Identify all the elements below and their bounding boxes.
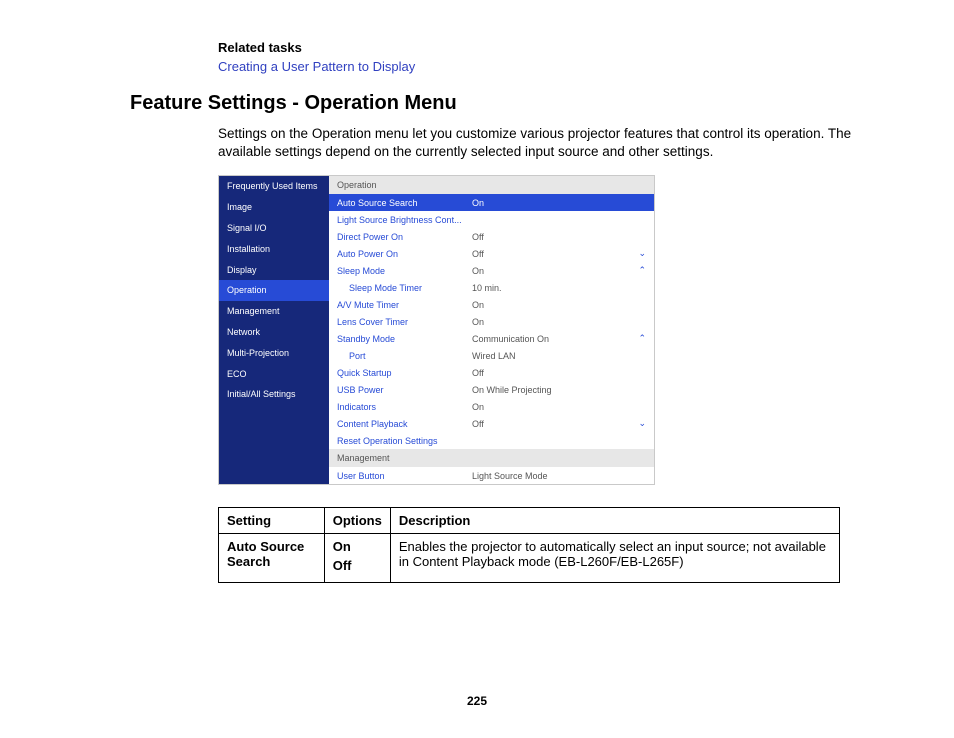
panel-row-label: Quick Startup — [337, 368, 472, 378]
panel-row-label: Port — [337, 351, 472, 361]
panel-row-value: On — [472, 198, 646, 208]
sidebar-item[interactable]: Network — [219, 322, 329, 343]
panel-row[interactable]: Reset Operation Settings — [329, 432, 654, 449]
sidebar-item[interactable]: Image — [219, 197, 329, 218]
panel-row-value: On — [472, 317, 646, 327]
panel-row[interactable]: Sleep ModeOn⌃ — [329, 262, 654, 279]
panel-row[interactable]: Auto Power OnOff⌄ — [329, 245, 654, 262]
related-tasks-heading: Related tasks — [218, 40, 894, 55]
panel-row[interactable]: Light Source Brightness Cont... — [329, 211, 654, 228]
cell-description: Enables the projector to automatically s… — [390, 534, 839, 583]
th-setting: Setting — [219, 508, 325, 534]
menu-sidebar: Frequently Used ItemsImageSignal I/OInst… — [219, 176, 329, 484]
panel-row[interactable]: Direct Power OnOff — [329, 228, 654, 245]
panel-row-value: Off — [472, 419, 646, 429]
sidebar-item[interactable]: Initial/All Settings — [219, 384, 329, 405]
panel-row-value: On While Projecting — [472, 385, 646, 395]
sidebar-item[interactable]: Frequently Used Items — [219, 176, 329, 197]
related-tasks-link[interactable]: Creating a User Pattern to Display — [218, 59, 894, 74]
panel-row-value: Off — [472, 232, 646, 242]
panel-row[interactable]: IndicatorsOn — [329, 398, 654, 415]
panel-row-label: Direct Power On — [337, 232, 472, 242]
panel-row[interactable]: User ButtonLight Source Mode — [329, 467, 654, 484]
chevron-icon: ⌃ — [638, 265, 646, 276]
panel-row-value: Wired LAN — [472, 351, 646, 361]
chevron-icon: ⌃ — [638, 333, 646, 344]
th-options: Options — [324, 508, 390, 534]
panel-row[interactable]: Auto Source SearchOn — [329, 194, 654, 211]
panel-row-label: Sleep Mode — [337, 266, 472, 276]
panel-row-value: Off — [472, 368, 646, 378]
panel-row-value: On — [472, 300, 646, 310]
panel-row-label: USB Power — [337, 385, 472, 395]
panel-row-value: 10 min. — [472, 283, 646, 293]
panel-row[interactable]: Sleep Mode Timer10 min. — [329, 279, 654, 296]
table-row: Auto Source SearchOnOffEnables the proje… — [219, 534, 840, 583]
sidebar-item[interactable]: Management — [219, 301, 329, 322]
panel-row-label: Sleep Mode Timer — [337, 283, 472, 293]
menu-panel: OperationAuto Source SearchOnLight Sourc… — [329, 176, 654, 484]
panel-section-header: Operation — [329, 176, 654, 194]
sidebar-item[interactable]: Operation — [219, 280, 329, 301]
cell-setting: Auto Source Search — [219, 534, 325, 583]
panel-row[interactable]: PortWired LAN — [329, 347, 654, 364]
panel-row[interactable]: A/V Mute TimerOn — [329, 296, 654, 313]
panel-row-label: Light Source Brightness Cont... — [337, 215, 472, 225]
panel-row-label: A/V Mute Timer — [337, 300, 472, 310]
panel-row[interactable]: Standby ModeCommunication On⌃ — [329, 330, 654, 347]
cell-options: OnOff — [324, 534, 390, 583]
panel-row-value: On — [472, 402, 646, 412]
panel-row[interactable]: Lens Cover TimerOn — [329, 313, 654, 330]
panel-row-label: Content Playback — [337, 419, 472, 429]
panel-section-header: Management — [329, 449, 654, 467]
sidebar-item[interactable]: Installation — [219, 239, 329, 260]
section-title: Feature Settings - Operation Menu — [130, 92, 894, 115]
sidebar-item[interactable]: ECO — [219, 364, 329, 385]
projector-menu-screenshot: Frequently Used ItemsImageSignal I/OInst… — [218, 175, 655, 485]
panel-row[interactable]: USB PowerOn While Projecting — [329, 381, 654, 398]
panel-row-value: Light Source Mode — [472, 471, 646, 481]
panel-row-label: Standby Mode — [337, 334, 472, 344]
th-description: Description — [390, 508, 839, 534]
panel-row-value: Communication On — [472, 334, 646, 344]
chevron-icon: ⌄ — [638, 248, 646, 259]
panel-row-label: Auto Source Search — [337, 198, 472, 208]
settings-table: Setting Options Description Auto Source … — [218, 507, 840, 583]
panel-row-label: Lens Cover Timer — [337, 317, 472, 327]
panel-row-label: Auto Power On — [337, 249, 472, 259]
chevron-icon: ⌄ — [638, 418, 646, 429]
panel-row-value: On — [472, 266, 646, 276]
panel-row-value: Off — [472, 249, 646, 259]
panel-row[interactable]: Content PlaybackOff⌄ — [329, 415, 654, 432]
panel-row-label: User Button — [337, 471, 472, 481]
panel-row-label: Reset Operation Settings — [337, 436, 472, 446]
page-number: 225 — [0, 694, 954, 708]
sidebar-item[interactable]: Multi-Projection — [219, 343, 329, 364]
panel-row-label: Indicators — [337, 402, 472, 412]
panel-row[interactable]: Quick StartupOff — [329, 364, 654, 381]
sidebar-item[interactable]: Signal I/O — [219, 218, 329, 239]
sidebar-item[interactable]: Display — [219, 260, 329, 281]
intro-text: Settings on the Operation menu let you c… — [218, 125, 858, 161]
